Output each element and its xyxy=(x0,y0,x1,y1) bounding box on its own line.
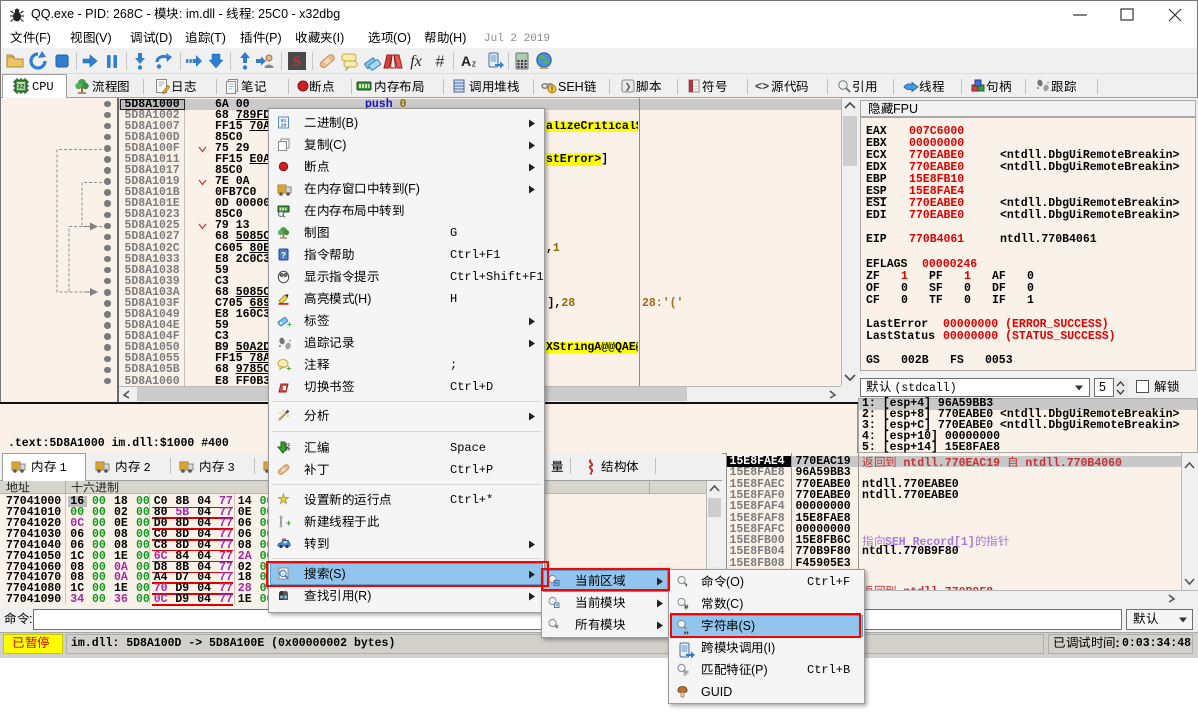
svg-text:A: A xyxy=(460,53,470,69)
svg-text:fx: fx xyxy=(410,53,422,70)
svg-text:#: # xyxy=(436,54,445,71)
svg-text:+: + xyxy=(287,320,292,329)
svg-text:#: # xyxy=(684,603,689,612)
svg-text:?: ? xyxy=(281,250,286,260)
svg-text:×: × xyxy=(555,603,558,609)
svg-text:›: › xyxy=(684,582,688,590)
svg-text:10: 10 xyxy=(285,448,291,453)
svg-text:❯: ❯ xyxy=(625,82,632,92)
svg-text:*: * xyxy=(555,624,559,633)
svg-text:+: + xyxy=(287,364,292,373)
svg-text:<>: <> xyxy=(755,79,769,93)
svg-text:S: S xyxy=(292,54,300,70)
svg-text:10: 10 xyxy=(281,123,287,129)
svg-text:!: ! xyxy=(551,87,553,94)
svg-text:+: + xyxy=(286,518,291,528)
svg-text:32: 32 xyxy=(17,84,25,91)
svg-text:z: z xyxy=(471,59,476,69)
